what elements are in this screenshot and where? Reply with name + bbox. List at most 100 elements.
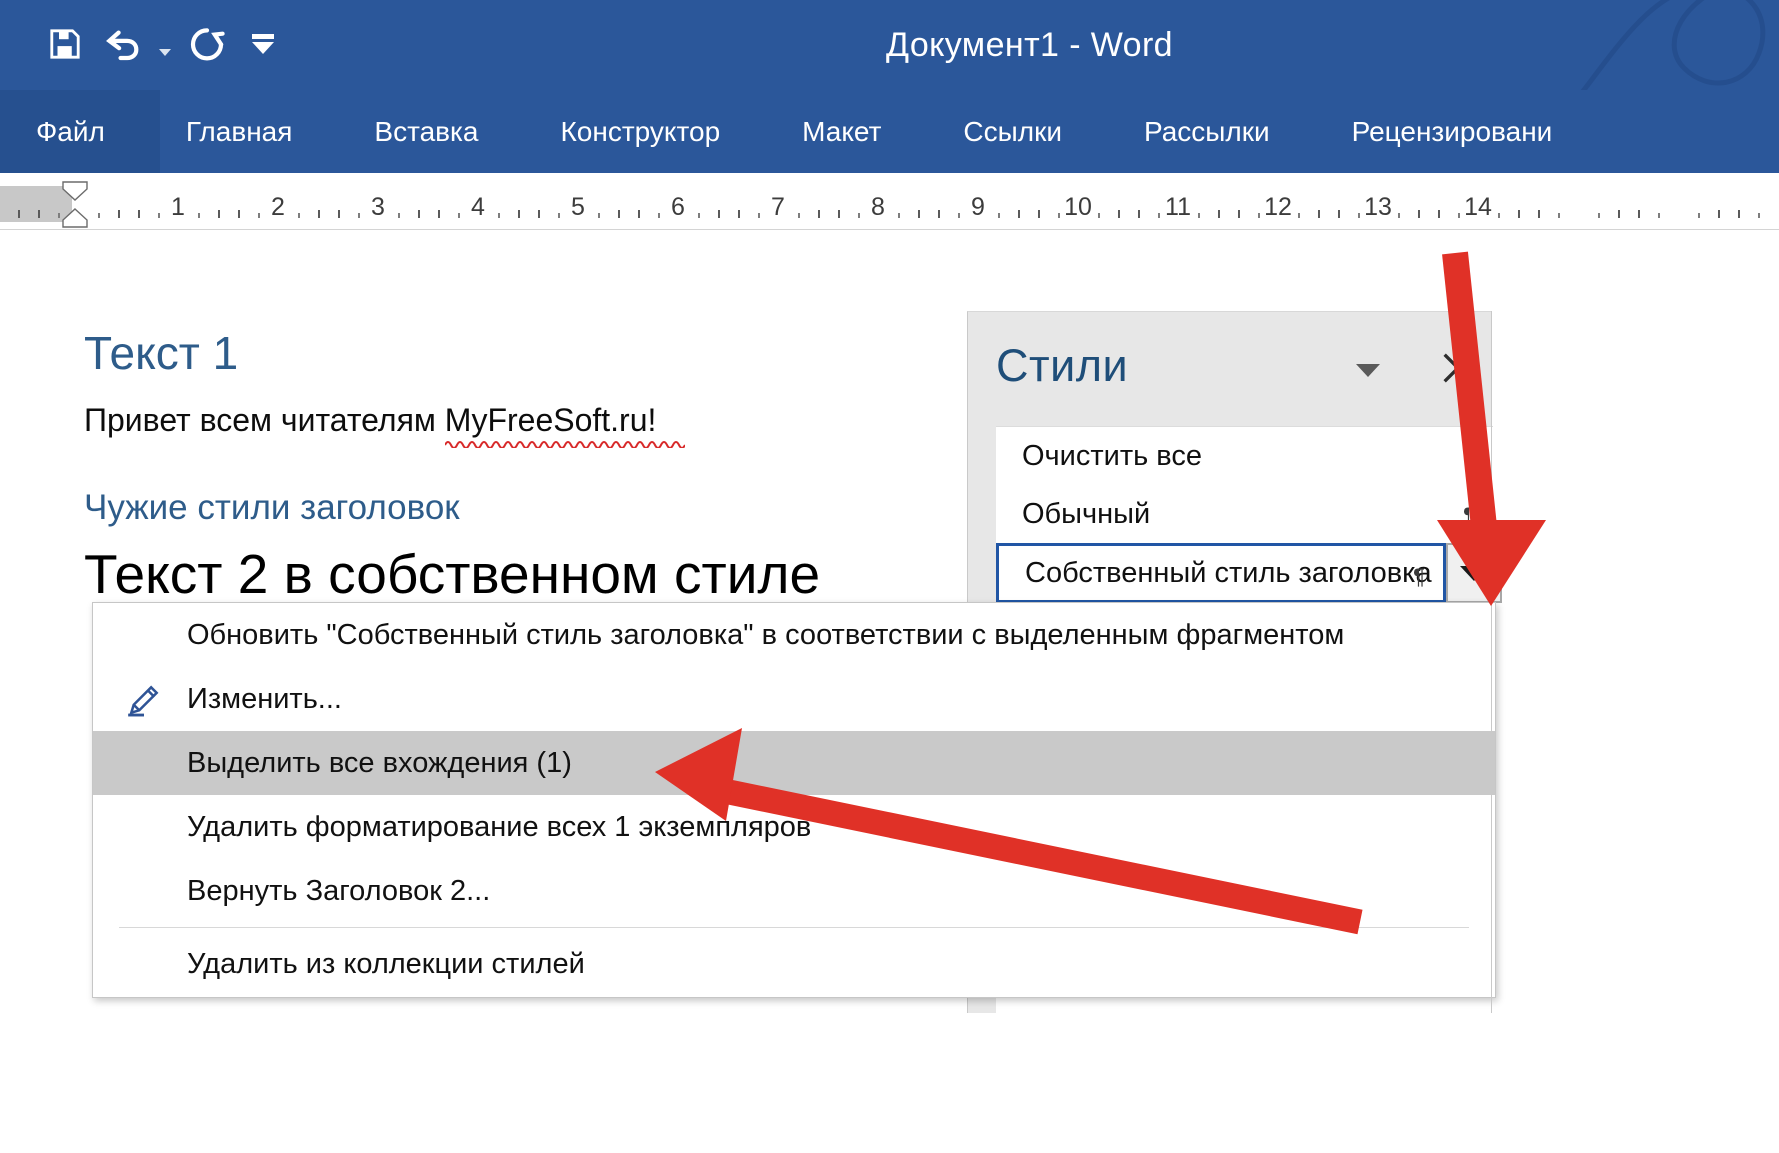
context-menu-item-update-style[interactable]: Обновить "Собственный стиль заголовка" в… <box>93 603 1495 667</box>
paragraph-text-plain: Привет всем читателям <box>84 402 445 438</box>
ruler-tick <box>1618 210 1620 218</box>
tab-file[interactable]: Файл <box>0 90 145 173</box>
ruler-tick <box>558 213 560 218</box>
ribbon-tabs: Файл Главная Вставка Конструктор Макет С… <box>0 90 1593 173</box>
document-heading-3: Текст 2 в собственном стиле <box>84 543 821 605</box>
undo-dropdown-caret-icon[interactable] <box>152 14 178 74</box>
tab-layout[interactable]: Макет <box>761 90 922 173</box>
ruler-number: 8 <box>871 193 885 221</box>
ruler-tick <box>1258 213 1260 218</box>
ruler-tick <box>1758 213 1760 218</box>
quick-access-toolbar <box>36 12 290 76</box>
ruler-tick <box>738 210 740 218</box>
ruler-tick <box>1338 210 1340 218</box>
styles-pane-close-icon[interactable] <box>1438 348 1478 388</box>
ruler-tick <box>38 210 40 218</box>
save-icon[interactable] <box>36 14 94 74</box>
ruler-tick <box>298 213 300 218</box>
context-menu-item-modify[interactable]: Изменить... <box>93 667 1495 731</box>
tab-mailings[interactable]: Рассылки <box>1103 90 1311 173</box>
paragraph-text-tail: ! <box>647 402 657 438</box>
ruler-tick <box>858 213 860 218</box>
ruler-number: 11 <box>1165 193 1191 221</box>
ruler-number: 2 <box>271 193 285 221</box>
ruler-tick <box>1098 213 1100 218</box>
style-item-clear-all[interactable]: Очистить все <box>996 427 1493 485</box>
ruler-tick <box>1598 213 1600 218</box>
ruler-tick <box>998 213 1000 218</box>
ruler-tick <box>958 213 960 218</box>
context-menu-item-select-all[interactable]: Выделить все вхождения (1) <box>93 731 1495 795</box>
ruler-tick <box>58 213 60 218</box>
ruler-tick <box>338 210 340 218</box>
ruler-tick <box>1418 210 1420 218</box>
style-item-normal[interactable]: Обычный ¶ <box>996 485 1493 543</box>
ruler-tick <box>158 213 160 218</box>
styles-pane-collapse-caret-icon[interactable] <box>1352 356 1384 384</box>
ruler-number: 13 <box>1364 193 1392 221</box>
ruler-tick <box>418 210 420 218</box>
ruler-tick <box>18 210 20 218</box>
document-paragraph-1: Привет всем читателям MyFreeSoft.ru ! <box>84 402 685 448</box>
horizontal-ruler[interactable]: 1 2 3 4 5 6 7 8 9 10 11 12 13 14 <box>0 173 1779 230</box>
redo-icon[interactable] <box>178 14 236 74</box>
ruler-number: 4 <box>471 193 485 221</box>
ruler-tick <box>1558 213 1560 218</box>
style-item-custom-heading-row: Собственный стиль заголовка ¶ <box>996 543 1502 605</box>
document-canvas[interactable]: Текст 1 Привет всем читателям MyFreeSoft… <box>0 230 1779 1153</box>
misspelled-word-text: MyFreeSoft.ru <box>444 402 648 438</box>
ruler-tick <box>758 213 760 218</box>
first-line-indent-marker-icon[interactable] <box>62 181 88 201</box>
context-menu-item-remove-from-gallery[interactable]: Удалить из коллекции стилей <box>93 932 1495 996</box>
ruler-tick <box>638 210 640 218</box>
context-menu-item-revert-heading[interactable]: Вернуть Заголовок 2... <box>93 859 1495 923</box>
ruler-tick <box>818 210 820 218</box>
word-window: Документ1 - Word Файл Главная Вставка Ко… <box>0 0 1779 1153</box>
styles-pane-right-edge <box>1491 311 1492 1013</box>
ruler-tick <box>1038 210 1040 218</box>
ruler-tick <box>118 210 120 218</box>
ruler-tick <box>1318 210 1320 218</box>
ruler-tick <box>1218 210 1220 218</box>
paragraph-mark-icon: ¶ <box>1463 503 1475 528</box>
ruler-tick <box>898 213 900 218</box>
ruler-tick <box>1638 210 1640 218</box>
tab-home[interactable]: Главная <box>145 90 334 173</box>
hanging-indent-marker-icon[interactable] <box>62 207 88 229</box>
ruler-number: 14 <box>1464 193 1492 221</box>
style-dropdown-button[interactable] <box>1446 543 1502 603</box>
ruler-tick <box>1138 210 1140 218</box>
ruler-tick <box>1458 213 1460 218</box>
style-item-custom-heading[interactable]: Собственный стиль заголовка ¶ <box>996 543 1446 603</box>
ruler-tick <box>198 213 200 218</box>
context-menu-item-label: Удалить из коллекции стилей <box>187 947 585 980</box>
title-bar: Документ1 - Word <box>0 0 1779 90</box>
style-item-label: Собственный стиль заголовка <box>1025 556 1432 589</box>
ribbon-tab-bar: Файл Главная Вставка Конструктор Макет С… <box>0 90 1779 173</box>
context-menu-item-clear-formatting[interactable]: Удалить форматирование всех 1 экземпляро… <box>93 795 1495 859</box>
ruler-tick <box>1438 210 1440 218</box>
tab-references[interactable]: Ссылки <box>922 90 1103 173</box>
ruler-tick <box>1018 210 1020 218</box>
ruler-tick <box>1398 213 1400 218</box>
context-menu-item-label: Удалить форматирование всех 1 экземпляро… <box>187 810 812 843</box>
spellcheck-squiggle-icon <box>444 441 685 448</box>
tab-insert[interactable]: Вставка <box>333 90 519 173</box>
ruler-tick <box>438 210 440 218</box>
undo-icon[interactable] <box>94 14 152 74</box>
document-heading-1: Текст 1 <box>84 327 239 379</box>
ruler-tick <box>358 213 360 218</box>
context-menu-item-label: Вернуть Заголовок 2... <box>187 874 491 907</box>
ruler-number: 7 <box>771 193 785 221</box>
tab-review[interactable]: Рецензировани <box>1311 90 1594 173</box>
decorative-swirl-icon <box>1580 0 1766 90</box>
ruler-tick <box>1058 213 1060 218</box>
ruler-number: 6 <box>671 193 685 221</box>
ruler-tick <box>718 210 720 218</box>
ruler-tick <box>1118 210 1120 218</box>
ruler-tick <box>918 210 920 218</box>
customize-quick-access-icon[interactable] <box>236 14 290 74</box>
ruler-tick <box>1698 213 1700 218</box>
tab-design[interactable]: Конструктор <box>520 90 762 173</box>
ruler-tick <box>798 213 800 218</box>
